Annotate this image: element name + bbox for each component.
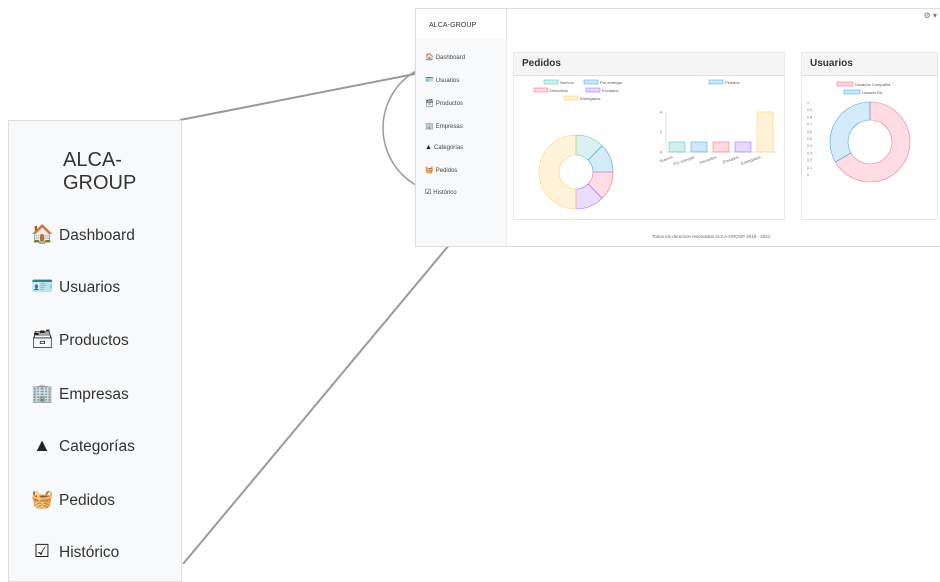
sidebar-item-label: Usuarios xyxy=(435,78,460,84)
bar-xtick-3: Enviados xyxy=(722,154,739,164)
sidebar-item-label: Histórico xyxy=(433,190,457,196)
usuarios-card: Usuarios Usuarios Compañía Usuario DA 1 0.9… xyxy=(801,52,938,220)
sidebar-item-dashboard[interactable]: 🏠 Dashboard xyxy=(425,53,465,61)
usuarios-tick-9: 0.1 xyxy=(807,166,812,170)
sidebar-item-label: Categorías xyxy=(59,438,135,455)
sidebar-item-historico[interactable]: ☑ Histórico xyxy=(425,188,457,196)
usuarios-tick-5: 0.5 xyxy=(807,137,812,141)
sidebar-item-label: Dashboard xyxy=(59,227,135,244)
pedidos-legend-swatch-1 xyxy=(583,79,599,85)
sidebar-item-label: Dashboard xyxy=(435,55,466,61)
bar-ytick-0: 0 xyxy=(660,150,663,155)
sidebar-item-label: Histórico xyxy=(59,544,120,561)
sidebar-item-label: Usuarios xyxy=(59,279,121,296)
zoomed-sidebar-item-categorias[interactable]: ▲ Categorías xyxy=(31,435,135,456)
zoomed-sidebar-item-pedidos[interactable]: 🧺 Pedidos xyxy=(31,489,115,510)
usuarios-tick-6: 0.4 xyxy=(807,144,812,148)
pedidos-legend-label-2: Devueltos xyxy=(550,88,568,93)
usuarios-donut-slice-1 xyxy=(829,101,871,163)
id-badge-icon: 🪪 xyxy=(425,77,434,84)
pedidos-legend-label-3: Enviados xyxy=(602,88,618,93)
checklist-icon: ☑ xyxy=(33,541,51,561)
bar-0 xyxy=(668,141,686,153)
pedidos-card-title: Pedidos xyxy=(514,53,784,76)
archive-box-icon: 🗃 xyxy=(31,329,54,349)
sidebar-item-label: Empresas xyxy=(59,386,129,403)
basket-icon: 🧺 xyxy=(31,489,54,509)
app-screenshot: ALCA-GROUP ⚙ ▾ 🏠 Dashboard 🪪 Usuarios 🗃 Pro… xyxy=(415,8,940,247)
shapes-icon: ▲ xyxy=(425,144,432,151)
zoomed-sidebar: ALCA-GROUP 🏠 Dashboard 🪪 Usuarios 🗃 Product… xyxy=(8,120,182,582)
home-icon: 🏠 xyxy=(425,54,434,61)
sidebar-item-label: Empresas xyxy=(435,124,463,130)
bar-xtick-4: Entregados xyxy=(740,154,761,166)
zoomed-sidebar-item-dashboard[interactable]: 🏠 Dashboard xyxy=(31,224,135,245)
usuarios-tick-10: 0 xyxy=(807,173,809,177)
sidebar-item-productos[interactable]: 🗃 Productos xyxy=(425,99,463,107)
usuarios-tick-4: 0.6 xyxy=(807,130,812,134)
bar-3 xyxy=(734,141,752,153)
pedidos-legend-swatch-0 xyxy=(543,79,559,85)
usuarios-card-title: Usuarios xyxy=(802,53,937,76)
pedidos-legend-label-4: Entregados xyxy=(580,96,600,101)
id-badge-icon: 🪪 xyxy=(31,276,54,296)
pedidos-charts: Nuevos Por entregarDevueltos EnviadosEntre… xyxy=(533,79,776,210)
usuarios-legend-label-0: Usuarios Compañía xyxy=(855,82,891,87)
sidebar-item-categorias[interactable]: ▲ Categorías xyxy=(425,144,463,151)
zoomed-sidebar-item-empresas[interactable]: 🏢 Empresas xyxy=(31,383,129,404)
usuarios-tick-1: 0.9 xyxy=(807,108,812,112)
bar-4 xyxy=(756,111,774,153)
zoomed-brand: ALCA-GROUP xyxy=(63,149,137,194)
building-icon: 🏢 xyxy=(31,383,54,403)
pedidos-legend-swatch-4 xyxy=(563,95,579,101)
bar-xtick-2: Devueltos xyxy=(699,154,717,165)
usuarios-legend-swatch-0 xyxy=(836,81,854,87)
sidebar-item-label: Categorías xyxy=(433,145,464,151)
usuarios-chart: Usuarios Compañía Usuario DA 1 0.9 0.8 0.7 0.6… xyxy=(807,81,911,183)
footer-text: Todos los derechos reservados ALCA-GROUP… xyxy=(652,234,771,239)
usuarios-legend-swatch-1 xyxy=(843,89,861,95)
zoomed-sidebar-item-productos[interactable]: 🗃 Productos xyxy=(31,329,129,350)
bar-xtick-0: Nuevos xyxy=(659,154,673,163)
pedidos-card: Pedidos Nuevos Por entregar Devueltos Envia… xyxy=(513,52,785,220)
basket-icon: 🧺 xyxy=(425,167,434,174)
pedidos-legend-label-0: Nuevos xyxy=(560,80,574,85)
sidebar-item-pedidos[interactable]: 🧺 Pedidos xyxy=(425,166,457,174)
building-icon: 🏢 xyxy=(425,123,434,130)
bar-1 xyxy=(690,141,708,153)
pedidos-legend-label-1: Por entregar xyxy=(600,80,623,85)
usuarios-tick-0: 1 xyxy=(807,101,809,105)
usuarios-legend-label-1: Usuario DA xyxy=(862,90,883,95)
bar-legend-swatch xyxy=(708,79,724,85)
settings-icon[interactable]: ⚙ ▾ xyxy=(924,11,937,20)
sidebar: 🏠 Dashboard 🪪 Usuarios 🗃 Productos 🏢 Empresa… xyxy=(416,39,507,246)
app-brand: ALCA-GROUP xyxy=(429,22,477,29)
sidebar-item-usuarios[interactable]: 🪪 Usuarios xyxy=(425,76,459,84)
zoomed-sidebar-item-usuarios[interactable]: 🪪 Usuarios xyxy=(31,276,120,297)
bar-legend-label: Pedidos xyxy=(725,80,739,85)
sidebar-item-label: Productos xyxy=(435,101,463,107)
bar-xtick-1: Por entregar xyxy=(673,154,696,167)
bar-ytick-4: 4 xyxy=(660,110,663,115)
pedidos-legend-swatch-2 xyxy=(533,87,549,93)
sidebar-item-label: Pedidos xyxy=(435,168,458,174)
sidebar-item-label: Productos xyxy=(59,332,129,349)
usuarios-tick-3: 0.7 xyxy=(807,123,812,127)
zoomed-sidebar-item-historico[interactable]: ☑ Histórico xyxy=(31,541,119,562)
usuarios-tick-8: 0.2 xyxy=(807,159,812,163)
sidebar-item-label: Pedidos xyxy=(59,492,116,509)
pedidos-legend-swatch-3 xyxy=(585,87,601,93)
bar-2 xyxy=(712,141,730,153)
archive-box-icon: 🗃 xyxy=(425,100,434,107)
pedidos-donut-slice-4 xyxy=(538,134,577,210)
sidebar-item-empresas[interactable]: 🏢 Empresas xyxy=(425,122,463,130)
usuarios-tick-7: 0.3 xyxy=(807,151,812,155)
home-icon: 🏠 xyxy=(31,224,54,244)
bar-ytick-2: 2 xyxy=(660,130,663,135)
shapes-icon: ▲ xyxy=(33,435,51,455)
usuarios-tick-2: 0.8 xyxy=(807,115,812,119)
checklist-icon: ☑ xyxy=(425,189,432,196)
app-header: ALCA-GROUP xyxy=(416,9,507,40)
